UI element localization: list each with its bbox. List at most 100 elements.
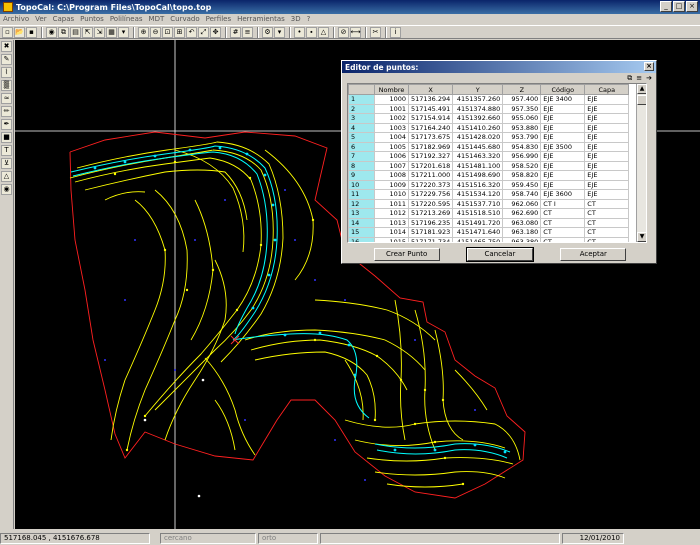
table-row[interactable]: 14 1013 517196.235 4151491.720 963.080 CT CT bbox=[348, 217, 630, 228]
zoom-all-icon[interactable]: ⊞ bbox=[174, 26, 185, 38]
menu-item[interactable]: Curvado bbox=[170, 15, 199, 23]
table-cell[interactable]: CT bbox=[584, 198, 630, 209]
table-cell[interactable]: 1005 bbox=[374, 141, 409, 152]
menu-item[interactable]: Perfiles bbox=[206, 15, 231, 23]
table-cell[interactable]: CT bbox=[540, 236, 586, 242]
table-cell[interactable]: 517213.269 bbox=[407, 208, 454, 219]
save-icon[interactable]: ▪ bbox=[26, 26, 37, 38]
table-row[interactable]: 9 1008 517211.000 4151498.690 958.820 EJE EJE bbox=[348, 170, 630, 181]
menu-item[interactable]: Capas bbox=[53, 15, 75, 23]
table-cell[interactable]: EJE bbox=[584, 179, 630, 190]
menu-item[interactable]: Polilíneas bbox=[110, 15, 143, 23]
dropdown-icon[interactable]: ▾ bbox=[118, 26, 129, 38]
table-cell[interactable]: EJE bbox=[540, 170, 586, 181]
table-row[interactable]: 7 1006 517192.327 4151463.320 956.990 EJE EJE bbox=[348, 151, 630, 162]
table-cell[interactable]: 517229.756 bbox=[407, 189, 454, 200]
color-icon[interactable]: ■ bbox=[1, 132, 12, 143]
table-cell[interactable]: 517211.000 bbox=[407, 170, 454, 181]
table-cell[interactable]: 959.450 bbox=[502, 179, 542, 190]
table-cell[interactable]: 4151410.260 bbox=[452, 122, 504, 133]
table-cell[interactable]: 962.690 bbox=[502, 208, 542, 219]
table-cell[interactable]: 4151374.880 bbox=[452, 103, 504, 114]
table-cell[interactable]: 4151471.640 bbox=[452, 227, 504, 238]
table-cell[interactable]: 517220.595 bbox=[407, 198, 454, 209]
scroll-down-icon[interactable]: ▼ bbox=[637, 232, 646, 242]
point-edit-icon[interactable]: ∙ bbox=[306, 26, 317, 38]
table-cell[interactable]: 4151465.750 bbox=[452, 236, 504, 242]
create-point-button[interactable]: Crear Punto bbox=[373, 248, 440, 261]
table-row[interactable]: 2 1001 517145.491 4151374.880 957.350 EJE EJE bbox=[348, 103, 630, 114]
no-entry-icon[interactable]: ⊘ bbox=[338, 26, 349, 38]
table-cell[interactable]: 1002 bbox=[374, 113, 409, 124]
table-cell[interactable]: 953.880 bbox=[502, 122, 542, 133]
info-icon[interactable]: i bbox=[390, 26, 401, 38]
table-cell[interactable]: 957.400 bbox=[502, 94, 542, 105]
measure-icon[interactable]: ⟷ bbox=[350, 26, 361, 38]
pen-icon[interactable]: ✒ bbox=[1, 119, 12, 130]
minimize-button[interactable]: _ bbox=[660, 1, 672, 12]
table-cell[interactable]: 1003 bbox=[374, 122, 409, 133]
table-row[interactable]: 6 1005 517182.969 4151445.680 954.830 EJE 350… bbox=[348, 141, 630, 152]
table-cell[interactable]: CT I bbox=[540, 198, 586, 209]
table-cell[interactable]: 517181.923 bbox=[407, 227, 454, 238]
table-cell[interactable]: EJE 3400 bbox=[540, 94, 586, 105]
table-cell[interactable]: 958.740 bbox=[502, 189, 542, 200]
table-cell[interactable]: 4151518.510 bbox=[452, 208, 504, 219]
grid-icon[interactable]: # bbox=[230, 26, 241, 38]
table-cell[interactable]: 517182.969 bbox=[407, 141, 454, 152]
table-row[interactable]: 12 1011 517220.595 4151537.710 962.060 CT I CT bbox=[348, 198, 630, 209]
zoom-extents-icon[interactable]: ⤢ bbox=[198, 26, 209, 38]
column-header[interactable]: Z bbox=[502, 84, 542, 95]
table-cell[interactable]: CT bbox=[584, 217, 630, 228]
table-cell[interactable]: EJE bbox=[584, 132, 630, 143]
table-row[interactable]: 8 1007 517201.618 4151481.100 958.520 EJE EJE bbox=[348, 160, 630, 171]
new-icon[interactable]: ▫ bbox=[2, 26, 13, 38]
scroll-thumb[interactable] bbox=[637, 95, 646, 105]
settings-icon[interactable]: ⚙ bbox=[262, 26, 273, 38]
table-row[interactable]: 4 1003 517164.240 4151410.260 953.880 EJE EJE bbox=[348, 122, 630, 133]
column-header[interactable]: Capa bbox=[584, 84, 630, 95]
table-cell[interactable]: 962.060 bbox=[502, 198, 542, 209]
surface-icon[interactable]: ▒ bbox=[1, 80, 12, 91]
table-cell[interactable]: 957.350 bbox=[502, 103, 542, 114]
table-row[interactable]: 1 1000 517136.294 4151357.260 957.400 EJE 340… bbox=[348, 94, 630, 105]
table-cell[interactable]: EJE 3500 bbox=[540, 141, 586, 152]
table-cell[interactable]: EJE bbox=[584, 151, 630, 162]
table-cell[interactable]: 1014 bbox=[374, 227, 409, 238]
arrow-right-icon[interactable]: ➔ bbox=[646, 74, 652, 82]
text-icon[interactable]: T bbox=[1, 145, 12, 156]
menu-item[interactable]: Ver bbox=[35, 15, 46, 23]
table-cell[interactable]: 517192.327 bbox=[407, 151, 454, 162]
layers-icon[interactable]: ≡ bbox=[242, 26, 253, 38]
list-icon[interactable]: ≡ bbox=[636, 74, 642, 82]
table-cell[interactable]: 956.990 bbox=[502, 151, 542, 162]
table-cell[interactable]: 4151357.260 bbox=[452, 94, 504, 105]
table-cell[interactable]: EJE bbox=[540, 113, 586, 124]
table-cell[interactable]: 958.520 bbox=[502, 160, 542, 171]
contour-icon[interactable]: ≈ bbox=[1, 93, 12, 104]
pencil-icon[interactable]: ✏ bbox=[1, 106, 12, 117]
table-cell[interactable]: CT bbox=[540, 208, 586, 219]
table-cell[interactable]: 517196.235 bbox=[407, 217, 454, 228]
table-cell[interactable]: 1008 bbox=[374, 170, 409, 181]
table-cell[interactable]: 4151428.020 bbox=[452, 132, 504, 143]
grid-scrollbar[interactable]: ▲ ▼ bbox=[636, 84, 646, 242]
menu-item[interactable]: MDT bbox=[149, 15, 165, 23]
table-cell[interactable]: EJE bbox=[584, 94, 630, 105]
table-cell[interactable]: 4151537.710 bbox=[452, 198, 504, 209]
table-cell[interactable]: CT bbox=[584, 227, 630, 238]
points-grid[interactable]: Nombre X Y Z Código Capa 1 1000 517136.294 41513… bbox=[347, 83, 647, 243]
close-button[interactable]: × bbox=[686, 1, 698, 12]
menu-item[interactable]: Herramientas bbox=[237, 15, 285, 23]
copy-icon[interactable]: ⧉ bbox=[58, 26, 69, 38]
table-cell[interactable]: 517164.240 bbox=[407, 122, 454, 133]
table-cell[interactable]: EJE bbox=[540, 151, 586, 162]
snap-mode[interactable]: cercano bbox=[160, 532, 256, 544]
table-cell[interactable]: 1015 bbox=[374, 236, 409, 242]
table-cell[interactable]: EJE bbox=[540, 179, 586, 190]
zoom-out-icon[interactable]: ⊖ bbox=[150, 26, 161, 38]
column-header[interactable]: Código bbox=[540, 84, 586, 95]
table-cell[interactable]: 517136.294 bbox=[407, 94, 454, 105]
table-cell[interactable]: 1001 bbox=[374, 103, 409, 114]
menu-item[interactable]: ? bbox=[307, 15, 311, 23]
